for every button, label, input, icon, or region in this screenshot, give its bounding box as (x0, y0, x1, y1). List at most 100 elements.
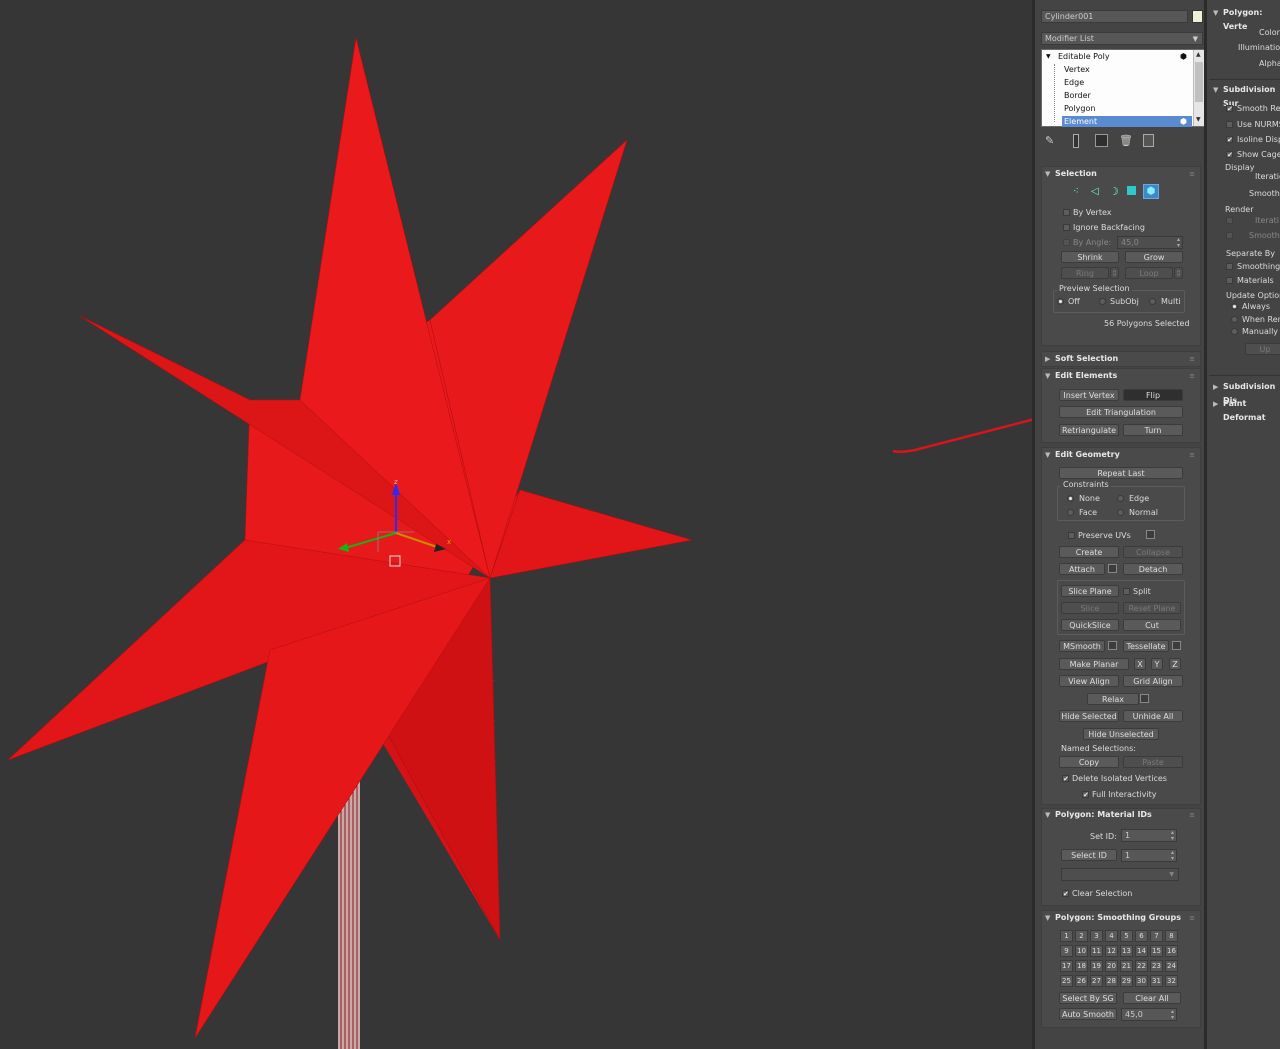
select-id-spinner[interactable]: 1 ▴ ▾ (1121, 849, 1177, 862)
msmooth-button[interactable]: MSmooth (1059, 640, 1105, 652)
smoothing-group-button[interactable]: 2 (1075, 930, 1088, 942)
full-interactivity-checkbox[interactable]: ✔ (1082, 791, 1089, 799)
show-cage-checkbox[interactable]: ✔ (1226, 151, 1233, 159)
isoline-display-checkbox[interactable]: ✔ (1226, 136, 1233, 144)
clear-selection-checkbox[interactable]: ✔ (1062, 890, 1069, 898)
stack-scrollbar[interactable]: ▲ ▼ (1193, 50, 1204, 126)
collapse-button[interactable]: Collapse (1123, 546, 1183, 558)
relax-settings-icon[interactable] (1140, 694, 1149, 703)
msmooth-settings-icon[interactable] (1108, 641, 1117, 650)
ring-spinner[interactable]: ⇕ (1110, 267, 1119, 279)
stack-item-vertex[interactable]: Vertex (1042, 64, 1192, 76)
stack-item-element[interactable]: Element ⬢ (1062, 116, 1192, 127)
subdivision-surface-rollout-header[interactable]: ▼ Subdivision Sur (1209, 83, 1280, 108)
separate-materials-checkbox[interactable] (1226, 277, 1233, 284)
smoothing-group-button[interactable]: 27 (1090, 975, 1103, 987)
paint-deformation-rollout-header[interactable]: ▶ Paint Deformat (1209, 397, 1280, 422)
shrink-button[interactable]: Shrink (1061, 251, 1119, 263)
retriangulate-button[interactable]: Retriangulate (1059, 424, 1119, 436)
smoothing-group-button[interactable]: 16 (1165, 945, 1178, 957)
smoothing-group-button[interactable]: 17 (1060, 960, 1073, 972)
preserve-uvs-checkbox[interactable] (1068, 532, 1075, 539)
constraint-face-radio[interactable] (1067, 509, 1074, 516)
material-name-dropdown[interactable]: ▼ (1061, 868, 1179, 881)
preview-off-radio[interactable] (1057, 298, 1064, 305)
attach-button[interactable]: Attach (1059, 563, 1105, 575)
auto-smooth-spinner[interactable]: 45,0 ▴ ▾ (1121, 1008, 1177, 1021)
smoothing-group-button[interactable]: 7 (1150, 930, 1163, 942)
paste-button[interactable]: Paste (1123, 756, 1183, 768)
smoothing-group-button[interactable]: 31 (1150, 975, 1163, 987)
smoothing-group-button[interactable]: 6 (1135, 930, 1148, 942)
hide-selected-button[interactable]: Hide Selected (1059, 710, 1119, 722)
make-planar-y-button[interactable]: Y (1151, 658, 1163, 670)
update-always-radio[interactable] (1231, 303, 1238, 310)
make-planar-button[interactable]: Make Planar (1059, 658, 1129, 670)
object-color-swatch[interactable] (1192, 10, 1203, 23)
attach-list-icon[interactable] (1108, 564, 1117, 573)
preview-subobj-radio[interactable] (1099, 298, 1106, 305)
smoothing-group-button[interactable]: 25 (1060, 975, 1073, 987)
smoothing-group-button[interactable]: 20 (1105, 960, 1118, 972)
set-id-spinner[interactable]: 1 ▴ ▾ (1121, 829, 1177, 842)
flip-button[interactable]: Flip (1123, 389, 1183, 401)
cut-button[interactable]: Cut (1123, 619, 1181, 631)
border-mode-icon[interactable]: ☽ (1109, 185, 1119, 198)
make-unique-icon[interactable] (1095, 134, 1108, 147)
smoothing-group-button[interactable]: 30 (1135, 975, 1148, 987)
selection-rollout-header[interactable]: ▼ Selection ≡ (1041, 167, 1199, 181)
loop-spinner[interactable]: ⇕ (1174, 267, 1183, 279)
use-nurms-checkbox[interactable] (1226, 121, 1233, 128)
insert-vertex-button[interactable]: Insert Vertex (1059, 389, 1119, 401)
constraint-none-radio[interactable] (1067, 495, 1074, 502)
smoothing-group-button[interactable]: 26 (1075, 975, 1088, 987)
show-end-result-icon[interactable] (1073, 134, 1079, 148)
preview-multi-radio[interactable] (1149, 298, 1156, 305)
edge-mode-icon[interactable]: ◁ (1091, 186, 1099, 197)
reset-plane-button[interactable]: Reset Plane (1123, 602, 1181, 614)
smoothing-group-button[interactable]: 5 (1120, 930, 1133, 942)
smoothing-group-button[interactable]: 3 (1090, 930, 1103, 942)
tessellate-button[interactable]: Tessellate (1123, 640, 1169, 652)
smoothing-group-button[interactable]: 28 (1105, 975, 1118, 987)
clear-all-button[interactable]: Clear All (1123, 992, 1181, 1004)
loop-button[interactable]: Loop (1125, 267, 1173, 279)
by-angle-checkbox[interactable] (1063, 239, 1070, 246)
grid-align-button[interactable]: Grid Align (1123, 675, 1183, 687)
stack-item-polygon[interactable]: Polygon (1042, 103, 1192, 115)
smoothing-group-button[interactable]: 14 (1135, 945, 1148, 957)
slice-plane-button[interactable]: Slice Plane (1061, 585, 1119, 597)
update-when-rendering-radio[interactable] (1231, 316, 1238, 323)
create-button[interactable]: Create (1059, 546, 1119, 558)
constraint-normal-radio[interactable] (1117, 509, 1124, 516)
turn-button[interactable]: Turn (1123, 424, 1183, 436)
smoothing-group-button[interactable]: 21 (1120, 960, 1133, 972)
smoothing-group-button[interactable]: 4 (1105, 930, 1118, 942)
stack-item-border[interactable]: Border (1042, 90, 1192, 102)
select-by-sg-button[interactable]: Select By SG (1059, 992, 1117, 1004)
stack-item-editable-poly[interactable]: ▼ Editable Poly ⬢ (1042, 51, 1192, 63)
select-id-button[interactable]: Select ID (1061, 849, 1117, 861)
scroll-down-icon[interactable]: ▼ (1196, 116, 1201, 123)
stack-item-edge[interactable]: Edge (1042, 77, 1192, 89)
smoothing-group-button[interactable]: 18 (1075, 960, 1088, 972)
object-name-field[interactable]: Cylinder001 (1041, 10, 1188, 23)
subdivision-displacement-rollout-header[interactable]: ▶ Subdivision Dis (1209, 380, 1280, 405)
soft-selection-rollout-header[interactable]: ▶ Soft Selection ≡ (1041, 352, 1199, 366)
smooth-result-checkbox[interactable]: ✔ (1226, 105, 1233, 113)
vertex-colors-rollout-header[interactable]: ▼ Polygon: Verte (1209, 6, 1280, 31)
edit-elements-rollout-header[interactable]: ▼ Edit Elements ≡ (1041, 369, 1199, 383)
grow-button[interactable]: Grow (1125, 251, 1183, 263)
pin-stack-icon[interactable]: ✎ (1045, 134, 1054, 147)
configure-modifier-sets-icon[interactable] (1143, 134, 1154, 147)
smoothing-group-button[interactable]: 12 (1105, 945, 1118, 957)
polygon-mode-icon[interactable] (1127, 186, 1136, 195)
render-smoothness-checkbox[interactable] (1226, 232, 1233, 239)
by-angle-spinner[interactable]: 45,0 ▴ ▾ (1117, 236, 1183, 249)
smoothing-group-button[interactable]: 23 (1150, 960, 1163, 972)
edit-triangulation-button[interactable]: Edit Triangulation (1059, 406, 1183, 418)
modifier-stack[interactable]: ▼ Editable Poly ⬢ Vertex Edge Border Pol… (1041, 49, 1205, 127)
split-checkbox[interactable] (1123, 588, 1130, 595)
smoothing-group-button[interactable]: 9 (1060, 945, 1073, 957)
smoothing-group-button[interactable]: 8 (1165, 930, 1178, 942)
